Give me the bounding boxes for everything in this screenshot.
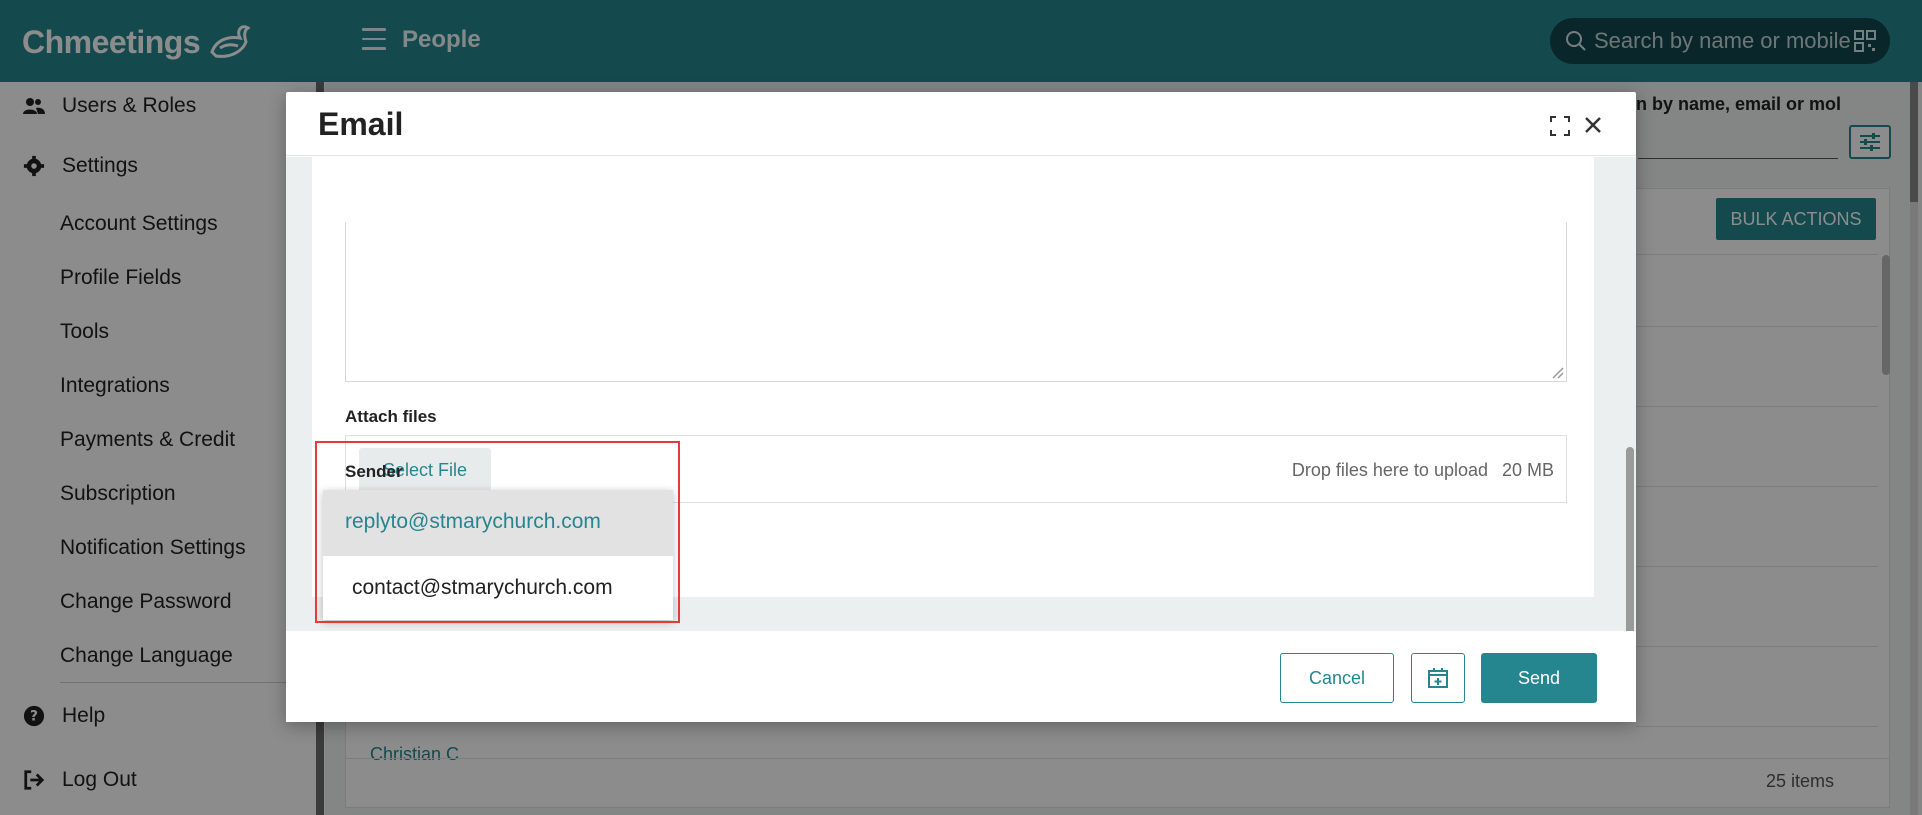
sender-highlight-box — [315, 441, 680, 623]
modal-header: Email — [286, 92, 1636, 156]
schedule-send-button[interactable] — [1411, 653, 1465, 703]
modal-title: Email — [318, 106, 404, 142]
message-textarea[interactable] — [345, 222, 1567, 382]
close-icon[interactable] — [1582, 114, 1604, 136]
send-button[interactable]: Send — [1481, 653, 1597, 703]
max-file-size: 20 MB — [1501, 460, 1554, 480]
attach-files-label: Attach files — [345, 407, 437, 426]
calendar-plus-icon — [1428, 668, 1448, 688]
resize-grip-icon[interactable] — [1550, 365, 1564, 379]
expand-icon[interactable] — [1550, 116, 1570, 136]
email-modal: Email Attach files Select File Drop file… — [286, 92, 1636, 722]
drop-files-hint: Drop files here to upload — [1291, 460, 1488, 480]
modal-scrollbar-thumb[interactable] — [1626, 447, 1634, 637]
cancel-button[interactable]: Cancel — [1280, 653, 1394, 703]
